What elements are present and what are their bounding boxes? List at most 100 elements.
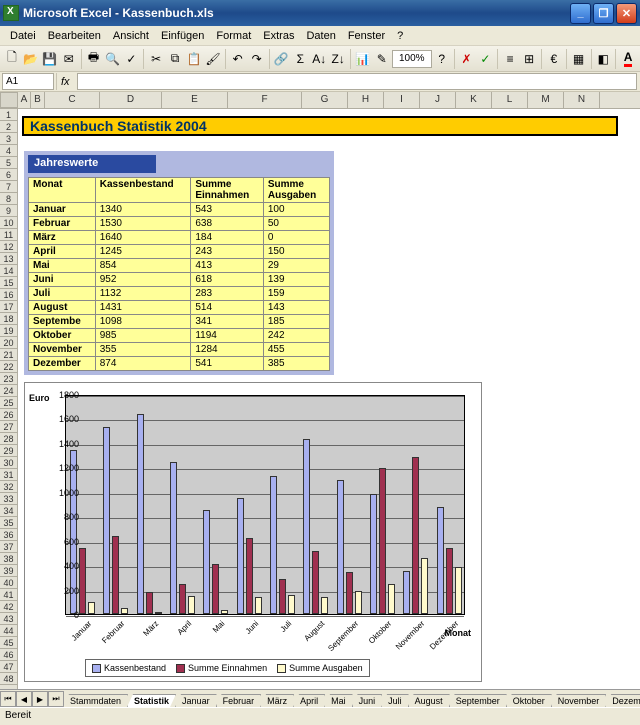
- format-painter-icon[interactable]: 🖌: [204, 48, 222, 70]
- col-header[interactable]: A: [18, 92, 31, 108]
- row-header[interactable]: 47: [0, 661, 17, 673]
- row-header[interactable]: 8: [0, 193, 17, 205]
- row-header[interactable]: 20: [0, 337, 17, 349]
- sheet-tab[interactable]: Stammdaten: [63, 694, 128, 707]
- reject-icon[interactable]: ✗: [458, 48, 476, 70]
- menu-extras[interactable]: Extras: [257, 28, 300, 44]
- row-header[interactable]: 27: [0, 421, 17, 433]
- row-header[interactable]: 45: [0, 637, 17, 649]
- row-header[interactable]: 41: [0, 589, 17, 601]
- minimize-button[interactable]: _: [570, 3, 591, 24]
- row-header[interactable]: 2: [0, 121, 17, 133]
- tab-nav-prev[interactable]: ◀: [16, 691, 32, 707]
- tab-nav-next[interactable]: ▶: [32, 691, 48, 707]
- col-header[interactable]: I: [384, 92, 420, 108]
- col-header[interactable]: J: [420, 92, 456, 108]
- print-icon[interactable]: 🖶: [85, 48, 103, 70]
- row-header[interactable]: 10: [0, 217, 17, 229]
- select-all-corner[interactable]: [0, 92, 18, 108]
- row-header[interactable]: 19: [0, 325, 17, 337]
- row-header[interactable]: 48: [0, 673, 17, 685]
- row-header[interactable]: 22: [0, 361, 17, 373]
- tab-nav-first[interactable]: ⏮: [0, 691, 16, 707]
- row-header[interactable]: 12: [0, 241, 17, 253]
- help-icon[interactable]: ?: [433, 48, 451, 70]
- close-button[interactable]: ✕: [616, 3, 637, 24]
- merge-icon[interactable]: ⊞: [520, 48, 538, 70]
- sort-desc-icon[interactable]: Z↓: [329, 48, 347, 70]
- row-header[interactable]: 30: [0, 457, 17, 469]
- currency-icon[interactable]: €: [545, 48, 563, 70]
- menu-file[interactable]: Datei: [4, 28, 42, 44]
- row-header[interactable]: 43: [0, 613, 17, 625]
- row-header[interactable]: 40: [0, 577, 17, 589]
- preview-icon[interactable]: 🔍: [103, 48, 121, 70]
- chart-icon[interactable]: 📊: [354, 48, 372, 70]
- border-icon[interactable]: ▦: [570, 48, 588, 70]
- row-header[interactable]: 4: [0, 145, 17, 157]
- row-header[interactable]: 37: [0, 541, 17, 553]
- row-header[interactable]: 18: [0, 313, 17, 325]
- row-header[interactable]: 13: [0, 253, 17, 265]
- sheet-tab[interactable]: Oktober: [506, 694, 552, 707]
- row-header[interactable]: 34: [0, 505, 17, 517]
- row-header[interactable]: 33: [0, 493, 17, 505]
- row-header[interactable]: 11: [0, 229, 17, 241]
- sum-icon[interactable]: Σ: [291, 48, 309, 70]
- menu-data[interactable]: Daten: [300, 28, 341, 44]
- row-header[interactable]: 17: [0, 301, 17, 313]
- menu-window[interactable]: Fenster: [342, 28, 391, 44]
- row-header[interactable]: 35: [0, 517, 17, 529]
- fx-label[interactable]: fx: [57, 76, 74, 88]
- menu-format[interactable]: Format: [210, 28, 257, 44]
- col-header[interactable]: N: [564, 92, 600, 108]
- row-header[interactable]: 6: [0, 169, 17, 181]
- row-header[interactable]: 32: [0, 481, 17, 493]
- row-header[interactable]: 44: [0, 625, 17, 637]
- row-header[interactable]: 38: [0, 553, 17, 565]
- menu-help[interactable]: ?: [391, 28, 409, 44]
- col-header[interactable]: E: [162, 92, 228, 108]
- sort-asc-icon[interactable]: A↓: [310, 48, 328, 70]
- sheet-tab[interactable]: Juli: [381, 694, 409, 707]
- col-header[interactable]: K: [456, 92, 492, 108]
- sheet-tab[interactable]: November: [551, 694, 607, 707]
- cut-icon[interactable]: ✂: [147, 48, 165, 70]
- save-icon[interactable]: 💾: [41, 48, 59, 70]
- row-header[interactable]: 5: [0, 157, 17, 169]
- fontcolor-icon[interactable]: A: [619, 48, 637, 70]
- row-header[interactable]: 29: [0, 445, 17, 457]
- tab-nav-last[interactable]: ⏭: [48, 691, 64, 707]
- menu-view[interactable]: Ansicht: [107, 28, 155, 44]
- row-header[interactable]: 39: [0, 565, 17, 577]
- chart[interactable]: Euro Monat KassenbestandSumme EinnahmenS…: [24, 382, 482, 682]
- copy-icon[interactable]: ⧉: [166, 48, 184, 70]
- col-header[interactable]: H: [348, 92, 384, 108]
- col-header[interactable]: L: [492, 92, 528, 108]
- sheet-tab[interactable]: August: [408, 694, 450, 707]
- row-header[interactable]: 9: [0, 205, 17, 217]
- spell-icon[interactable]: ✓: [122, 48, 140, 70]
- col-header[interactable]: D: [100, 92, 162, 108]
- mail-icon[interactable]: ✉: [60, 48, 78, 70]
- row-header[interactable]: 25: [0, 397, 17, 409]
- accept-icon[interactable]: ✓: [476, 48, 494, 70]
- new-icon[interactable]: 🗋: [3, 48, 21, 70]
- sheet-tab[interactable]: Dezem: [605, 694, 640, 707]
- drawing-icon[interactable]: ✎: [373, 48, 391, 70]
- row-header[interactable]: 21: [0, 349, 17, 361]
- col-header[interactable]: B: [31, 92, 45, 108]
- sheet-tab[interactable]: April: [293, 694, 325, 707]
- paste-icon[interactable]: 📋: [185, 48, 203, 70]
- zoom-box[interactable]: [392, 50, 432, 68]
- open-icon[interactable]: 📂: [22, 48, 40, 70]
- row-header[interactable]: 36: [0, 529, 17, 541]
- row-header[interactable]: 16: [0, 289, 17, 301]
- name-box[interactable]: [2, 73, 54, 90]
- fill-icon[interactable]: ◧: [594, 48, 612, 70]
- sheet-tab[interactable]: Statistik: [127, 694, 176, 707]
- row-header[interactable]: 7: [0, 181, 17, 193]
- undo-icon[interactable]: ↶: [229, 48, 247, 70]
- row-header[interactable]: 31: [0, 469, 17, 481]
- sheet-tab[interactable]: Januar: [175, 694, 217, 707]
